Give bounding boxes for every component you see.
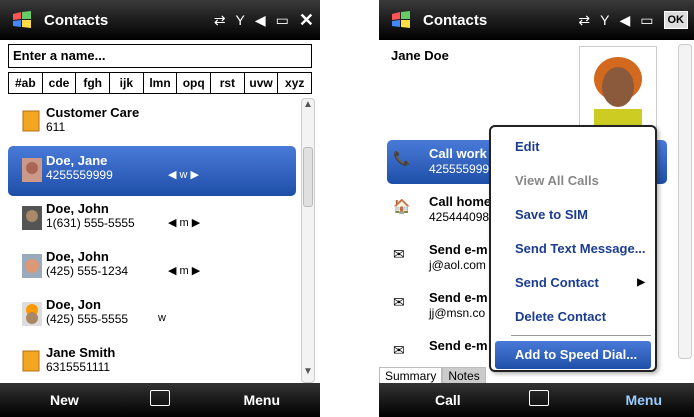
battery-icon: ▭ (640, 11, 654, 28)
windows-logo-icon[interactable] (387, 10, 415, 30)
email-icon: ✉ (393, 342, 405, 358)
scroll-down-icon[interactable]: ▼ (302, 366, 314, 382)
home-icon: 🏠 (393, 198, 411, 214)
contact-photo-icon (22, 158, 42, 182)
tab-cde[interactable]: cde (43, 73, 77, 93)
contact-card-icon (22, 350, 42, 374)
signal-icon: Y (600, 12, 610, 28)
list-item[interactable]: Jane Smith 6315551111 (8, 338, 296, 388)
volume-icon: ◀ (619, 11, 631, 28)
list-item[interactable]: Doe, John 1(631) 555-5555 ◀ m ▶ (8, 194, 296, 244)
menu-item-delete-contact[interactable]: Delete Contact (491, 303, 655, 331)
tab-lmn[interactable]: lmn (144, 73, 178, 93)
sync-icon: ⇄ (213, 11, 226, 28)
tab-ijk[interactable]: ijk (110, 73, 144, 93)
windows-logo-icon[interactable] (8, 10, 36, 30)
menu-softkey[interactable]: Menu (625, 392, 662, 408)
list-item[interactable]: Doe, Jon (425) 555-5555 w (8, 290, 296, 340)
email-icon: ✉ (393, 246, 405, 262)
menu-item-add-to-speed-dial[interactable]: Add to Speed Dial... (495, 341, 651, 369)
contact-photo (579, 46, 657, 132)
softkey-bar: New Menu (0, 383, 320, 417)
contact-photo-icon (22, 254, 42, 278)
tab-uvw[interactable]: uvw (245, 73, 279, 93)
close-icon[interactable]: ✕ (299, 10, 314, 31)
softkey-bar: Call Menu (379, 383, 694, 417)
scroll-up-icon[interactable]: ▲ (302, 99, 314, 115)
context-menu: Edit View All Calls Save to SIM Send Tex… (489, 125, 657, 372)
keyboard-icon[interactable] (150, 390, 170, 406)
tab-rst[interactable]: rst (211, 73, 245, 93)
call-softkey[interactable]: Call (435, 392, 461, 408)
status-bar: Contacts ⇄ Y ◀ ▭ ✕ (0, 0, 320, 40)
signal-icon: Y (235, 12, 245, 28)
contact-name: Jane Doe (391, 48, 449, 63)
alpha-tabs: #ab cde fgh ijk lmn opq rst uvw xyz (8, 72, 312, 94)
tab-fgh[interactable]: fgh (76, 73, 111, 93)
contact-photo-icon (22, 206, 42, 230)
menu-item-send-text-message[interactable]: Send Text Message... (491, 235, 655, 263)
menu-divider (511, 335, 651, 336)
tab-opq[interactable]: opq (177, 73, 212, 93)
submenu-arrow-icon: ▶ (637, 277, 645, 288)
app-title: Contacts (423, 11, 488, 29)
tab-xyz[interactable]: xyz (278, 73, 311, 93)
menu-item-edit[interactable]: Edit (491, 133, 655, 161)
email-icon: ✉ (393, 294, 405, 310)
list-item[interactable]: Customer Care 611 (8, 98, 296, 148)
contact-card-icon (22, 110, 42, 134)
scroll-thumb[interactable] (303, 147, 313, 207)
ok-button[interactable]: OK (663, 11, 688, 29)
menu-item-save-to-sim[interactable]: Save to SIM (491, 201, 655, 229)
contact-detail-screen: Contacts ⇄ Y ◀ ▭ OK Jane Doe 📞 Call work… (379, 0, 694, 417)
contacts-list-screen: Contacts ⇄ Y ◀ ▭ ✕ Enter a name... #ab c… (0, 0, 320, 417)
volume-icon: ◀ (254, 11, 266, 28)
menu-item-send-contact[interactable]: Send Contact ▶ (491, 269, 655, 297)
contact-list: Customer Care 611 Doe, Jane 4255559999 ◀… (8, 98, 298, 398)
menu-softkey[interactable]: Menu (243, 392, 280, 408)
status-bar: Contacts ⇄ Y ◀ ▭ OK (379, 0, 694, 40)
battery-icon: ▭ (275, 11, 289, 28)
scrollbar[interactable]: ▲ ▼ (301, 98, 315, 383)
tab-ab[interactable]: #ab (9, 73, 43, 93)
menu-item-view-all-calls: View All Calls (515, 173, 599, 188)
app-title: Contacts (44, 11, 109, 29)
list-item[interactable]: Doe, Jane 4255559999 ◀ w ▶ (8, 146, 296, 196)
contact-photo-icon (22, 302, 42, 326)
list-item[interactable]: Doe, John (425) 555-1234 ◀ m ▶ (8, 242, 296, 292)
phone-icon: 📞 (393, 150, 411, 166)
scrollbar[interactable] (678, 44, 692, 359)
sync-icon: ⇄ (578, 11, 591, 28)
new-softkey[interactable]: New (50, 392, 79, 408)
search-input[interactable]: Enter a name... (8, 44, 312, 68)
keyboard-icon[interactable] (529, 390, 549, 406)
